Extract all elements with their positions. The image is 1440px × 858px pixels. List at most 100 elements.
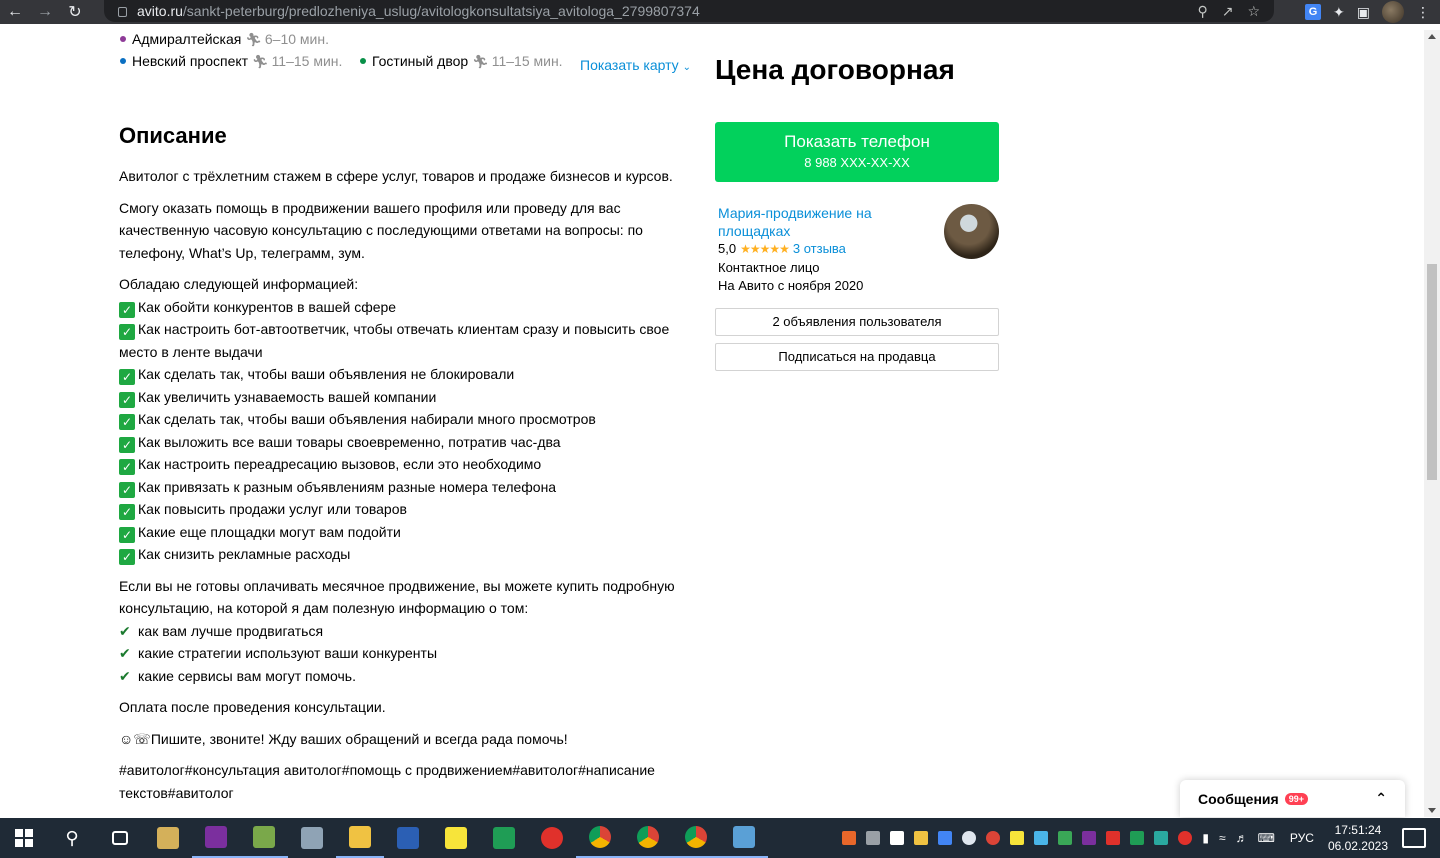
tray-app-icon[interactable] xyxy=(1010,831,1025,845)
task-view-icon[interactable] xyxy=(96,818,144,858)
extensions-puzzle-icon[interactable]: ✦ xyxy=(1333,4,1345,21)
sheets-app-icon[interactable] xyxy=(480,818,528,858)
notification-center-icon[interactable] xyxy=(1402,828,1426,848)
scrollbar-thumb[interactable] xyxy=(1427,264,1437,480)
address-bar[interactable]: avito.ru/sankt-peterburg/predlozheniya_u… xyxy=(104,0,1274,22)
screenshot-app-icon[interactable] xyxy=(720,818,768,858)
list-item: ✓ Какие еще площадки могут вам подойти xyxy=(119,521,699,544)
walking-icon: 🏃︎ xyxy=(245,32,262,47)
metro-name: Гостиный двор xyxy=(372,53,469,69)
list-item: ✓ Как выложить все ваши товары своевремен… xyxy=(119,431,699,454)
scroll-up-arrow-icon[interactable] xyxy=(1428,34,1436,39)
list-item: ✓ Как обойти конкурентов в вашей сфере xyxy=(119,296,699,319)
list-intro: Обладаю следующей информацией: xyxy=(119,276,359,292)
tray-app-icon[interactable] xyxy=(1034,831,1049,845)
windows-start-icon[interactable] xyxy=(0,818,48,858)
list-item: ✓ Как настроить бот-автоответчик, чтобы о… xyxy=(119,318,699,363)
tray-app-icon[interactable] xyxy=(890,831,905,845)
forward-arrow-icon[interactable]: → xyxy=(30,0,60,24)
seller-name-link[interactable]: Мария-продвижение на площадках xyxy=(718,204,918,240)
browser-toolbar: ← → ↻ avito.ru/sankt-peterburg/predlozhe… xyxy=(0,0,1440,24)
page-scrollbar[interactable] xyxy=(1424,30,1440,817)
input-language[interactable]: РУС xyxy=(1290,831,1314,845)
metro-time: 11–15 мин. xyxy=(491,53,563,69)
chrome-app-icon[interactable] xyxy=(624,818,672,858)
back-arrow-icon[interactable]: ← xyxy=(0,0,30,24)
messages-widget[interactable]: Сообщения 99+ ⌃ xyxy=(1180,780,1405,817)
description-title: Описание xyxy=(119,123,227,148)
metro-station: Гостиный двор 🏃︎ 11–15 мин. xyxy=(360,53,563,70)
tray-app-icon[interactable] xyxy=(914,831,929,845)
file-explorer-icon[interactable] xyxy=(336,818,384,858)
list-item-text: Как настроить бот-автоответчик, чтобы от… xyxy=(119,321,670,360)
sticky-notes-icon[interactable] xyxy=(432,818,480,858)
description-list: Обладаю следующей информацией: ✓ Как обой… xyxy=(119,273,699,566)
url-path: /sankt-peterburg/predlozheniya_uslug/avi… xyxy=(182,3,700,19)
word-app-icon[interactable] xyxy=(384,818,432,858)
yandex-app-icon[interactable] xyxy=(528,818,576,858)
battery-icon[interactable]: ▮ xyxy=(1202,831,1209,845)
tray-app-icon[interactable] xyxy=(1106,831,1121,845)
description-paragraph: Смогу оказать помощь в продвижении вашег… xyxy=(119,199,643,261)
search-icon[interactable]: ⚲ xyxy=(48,818,96,858)
check-box-icon: ✓ xyxy=(119,301,135,318)
show-phone-button[interactable]: Показать телефон 8 988 XXX-XX-XX xyxy=(715,122,999,182)
google-translate-icon[interactable]: G xyxy=(1305,4,1322,20)
tray-app-icon[interactable] xyxy=(842,831,857,845)
metro-name: Адмиралтейская xyxy=(132,31,242,47)
list-item-text: Какие еще площадки могут вам подойти xyxy=(138,523,401,540)
list-item: ✓ Как привязать к разным объявлениям разн… xyxy=(119,476,699,499)
seller-avatar[interactable] xyxy=(944,204,999,259)
url-host: avito.ru xyxy=(137,3,183,19)
tray-app-icon[interactable] xyxy=(938,831,953,845)
tray-app-icon[interactable] xyxy=(1154,831,1169,845)
keyboard-icon[interactable]: ⌨ xyxy=(1258,831,1275,845)
checkmark-icon: ✔ xyxy=(119,645,131,661)
reload-icon[interactable]: ↻ xyxy=(60,0,90,24)
system-app-icon[interactable] xyxy=(288,818,336,858)
onenote-app-icon[interactable] xyxy=(192,818,240,858)
metro-time: 11–15 мин. xyxy=(271,53,343,69)
tray-app-icon[interactable] xyxy=(1082,831,1097,845)
notepad-app-icon[interactable] xyxy=(240,818,288,858)
description-paragraph: ☺☏Пишите, звоните! Жду ваших обращений и… xyxy=(119,728,699,751)
tray-app-icon[interactable] xyxy=(1178,831,1193,845)
chevron-up-icon[interactable]: ⌃ xyxy=(1375,790,1387,807)
wifi-icon[interactable]: ≈ xyxy=(1219,831,1226,845)
volume-icon[interactable]: ♬ xyxy=(1236,831,1248,845)
windows-taskbar: ⚲ ▮ ≈ ♬ ⌨ РУС 17:51:24 06.02.2023 xyxy=(0,818,1440,858)
lock-icon xyxy=(118,7,127,17)
list-item: ✓ Как увеличить узнаваемость вашей компан… xyxy=(119,386,699,409)
show-map-link[interactable]: Показать карту ⌄ xyxy=(580,57,691,73)
tray-app-icon[interactable] xyxy=(1130,831,1145,845)
chrome-app-icon[interactable] xyxy=(576,818,624,858)
share-icon[interactable]: ↗ xyxy=(1222,3,1234,20)
reviews-link[interactable]: 3 отзыва xyxy=(793,241,846,256)
menu-kebab-icon[interactable]: ⋮ xyxy=(1416,4,1430,21)
show-map-label: Показать карту xyxy=(580,57,679,73)
tray-app-icon[interactable] xyxy=(962,831,977,845)
seller-ads-button[interactable]: 2 объявления пользователя xyxy=(715,308,999,336)
file-viewer-app-icon[interactable] xyxy=(144,818,192,858)
rating-value: 5,0 xyxy=(718,241,737,256)
tray-app-icon[interactable] xyxy=(866,831,881,845)
scroll-down-arrow-icon[interactable] xyxy=(1428,808,1436,813)
list-item-text: какие сервисы вам могут помочь. xyxy=(138,667,356,684)
chrome-app-icon[interactable] xyxy=(672,818,720,858)
check-box-icon: ✓ xyxy=(119,481,135,498)
system-clock[interactable]: 17:51:24 06.02.2023 xyxy=(1328,822,1388,854)
clock-date: 06.02.2023 xyxy=(1327,839,1388,853)
zoom-icon[interactable]: ⚲ xyxy=(1197,3,1207,20)
walking-icon: 🏃︎ xyxy=(252,54,269,69)
check-box-icon: ✓ xyxy=(119,549,135,565)
check-box-icon: ✓ xyxy=(119,324,135,340)
side-panel-icon[interactable]: ▣ xyxy=(1357,4,1370,21)
list-item-text: Как сделать так, чтобы ваши объявления н… xyxy=(138,366,515,382)
tray-app-icon[interactable] xyxy=(986,831,1001,845)
subscribe-seller-button[interactable]: Подписаться на продавца xyxy=(715,343,999,371)
list-item: ✓ Как повысить продажи услуг или товаров xyxy=(119,498,699,521)
price-label: Цена договорная xyxy=(715,54,955,85)
bookmark-star-icon[interactable]: ☆ xyxy=(1247,3,1260,20)
profile-avatar-icon[interactable] xyxy=(1382,1,1404,23)
tray-app-icon[interactable] xyxy=(1058,831,1073,845)
